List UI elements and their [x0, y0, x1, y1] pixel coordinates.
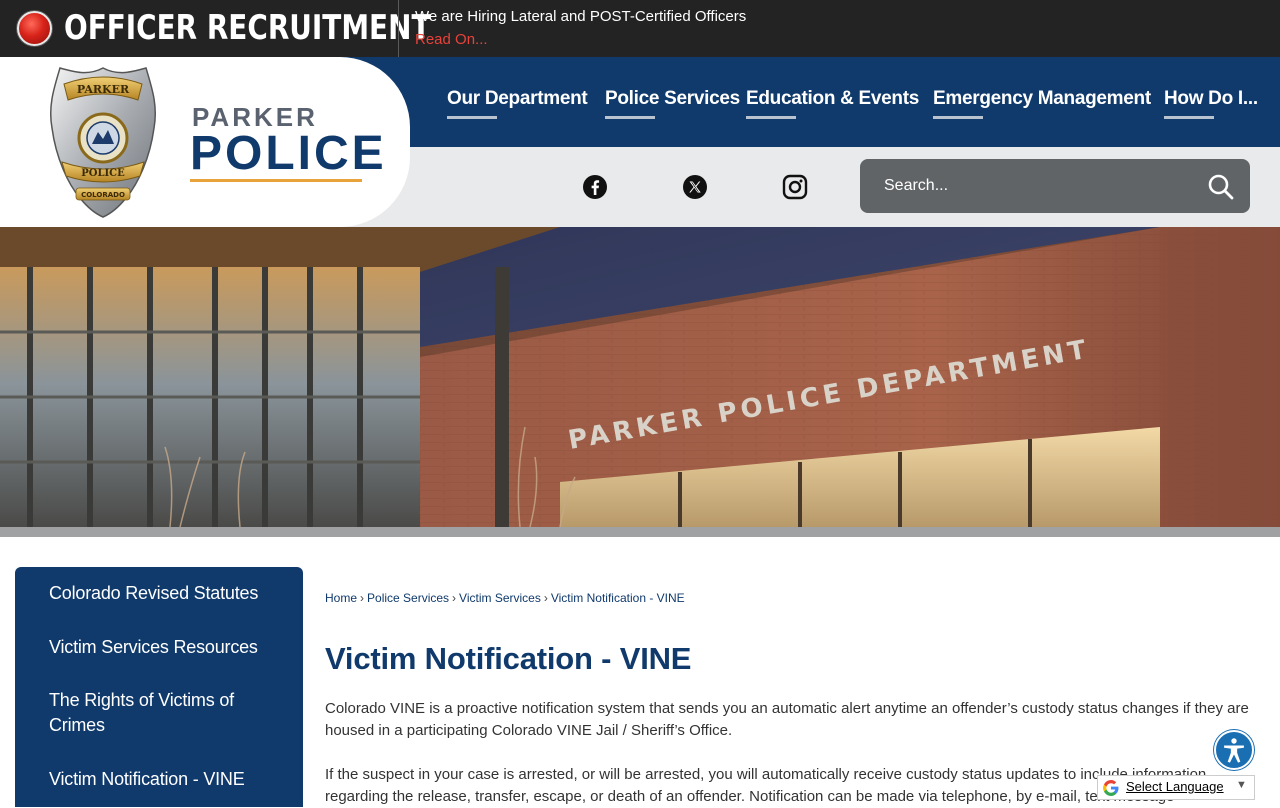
- nav-underline: [746, 116, 796, 119]
- breadcrumb-current[interactable]: Victim Notification - VINE: [551, 591, 685, 605]
- sidebar-item-victim-notification-vine[interactable]: Victim Notification - VINE: [49, 767, 279, 792]
- sidebar-item-rights-of-victims[interactable]: The Rights of Victims of Crimes: [49, 688, 239, 738]
- nav-education-events[interactable]: Education & Events: [746, 88, 920, 119]
- police-badge-logo[interactable]: PARKER POLICE COLORADO: [46, 66, 160, 218]
- alert-title[interactable]: OFFICER RECRUITMENT: [64, 8, 430, 48]
- alert-bar: OFFICER RECRUITMENT We are Hiring Latera…: [0, 0, 1280, 57]
- google-g-icon: [1103, 780, 1119, 796]
- breadcrumb: Home › Police Services › Victim Services › Vic…: [325, 591, 685, 605]
- brand-wordmark-main: POLICE: [190, 127, 387, 180]
- nav-our-department[interactable]: Our Department: [447, 88, 588, 119]
- facebook-icon[interactable]: [582, 174, 608, 200]
- nav-underline: [447, 116, 497, 119]
- sidebar-nav: Colorado Revised Statutes Victim Service…: [15, 567, 303, 807]
- page-title: Victim Notification - VINE: [325, 641, 692, 676]
- nav-how-do-i[interactable]: How Do I...: [1164, 88, 1258, 119]
- search-input[interactable]: [874, 167, 1194, 205]
- nav-label: Our Department: [447, 88, 588, 109]
- nav-label: Police Services: [605, 88, 740, 109]
- breadcrumb-separator: ›: [452, 591, 457, 605]
- nav-underline: [1164, 116, 1214, 119]
- sidebar-item-colorado-revised-statutes[interactable]: Colorado Revised Statutes: [49, 581, 279, 606]
- alert-dot-icon: [17, 11, 52, 46]
- nav-police-services[interactable]: Police Services: [605, 88, 740, 119]
- badge-mid-text: POLICE: [81, 168, 125, 179]
- x-twitter-icon[interactable]: [682, 174, 708, 200]
- breadcrumb-police-services[interactable]: Police Services: [367, 591, 449, 605]
- language-selector-label: Select Language: [1126, 779, 1224, 794]
- chevron-down-icon: ▼: [1236, 779, 1247, 791]
- nav-label: Emergency Management: [933, 88, 1151, 109]
- search-box: [860, 159, 1250, 213]
- language-selector[interactable]: Select Language ▼: [1097, 775, 1255, 800]
- sidebar-item-victim-services-resources[interactable]: Victim Services Resources: [49, 635, 279, 660]
- brand-underline: [190, 179, 362, 182]
- nav-label: Education & Events: [746, 88, 920, 109]
- badge-top-text: PARKER: [77, 83, 130, 96]
- nav-underline: [605, 116, 655, 119]
- alert-divider: [398, 0, 399, 57]
- hero-image: PARKER POLICE DEPARTMENT: [0, 227, 1280, 527]
- hero-building-photo: PARKER POLICE DEPARTMENT: [0, 227, 1280, 527]
- nav-emergency-management[interactable]: Emergency Management: [933, 88, 1151, 119]
- badge-bottom-text: COLORADO: [81, 191, 125, 199]
- breadcrumb-home[interactable]: Home: [325, 591, 357, 605]
- hero-divider: [0, 527, 1280, 537]
- alert-read-on-link[interactable]: Read On...: [415, 31, 488, 48]
- accessibility-icon[interactable]: [1214, 730, 1254, 770]
- nav-label: How Do I...: [1164, 88, 1258, 109]
- breadcrumb-victim-services[interactable]: Victim Services: [459, 591, 541, 605]
- breadcrumb-separator: ›: [360, 591, 365, 605]
- content-paragraph: Colorado VINE is a proactive notificatio…: [325, 700, 1249, 739]
- breadcrumb-separator: ›: [543, 591, 548, 605]
- nav-underline: [933, 116, 983, 119]
- search-icon[interactable]: [1206, 172, 1236, 202]
- instagram-icon[interactable]: [782, 174, 808, 200]
- alert-message: We are Hiring Lateral and POST-Certified…: [415, 8, 747, 25]
